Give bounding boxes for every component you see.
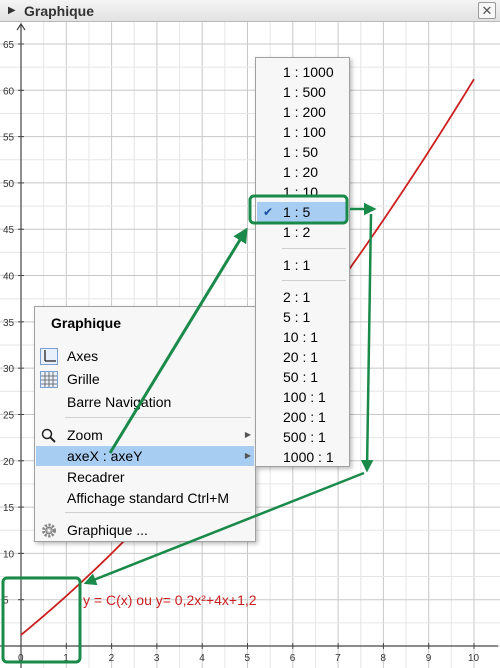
ratio-option-label: 1 : 1 (283, 257, 311, 273)
ratio-option-label: 500 : 1 (283, 429, 326, 445)
ratio-option[interactable]: 20 : 1 (257, 347, 348, 367)
y-tick-label: 15 (3, 503, 15, 514)
menu-item-graph-settings[interactable]: Graphique ... (36, 520, 254, 540)
ratio-option[interactable]: 5 : 1 (257, 307, 348, 327)
menu-item-standard-view[interactable]: Affichage standard Ctrl+M (36, 488, 254, 508)
ratio-option-label: 200 : 1 (283, 409, 326, 425)
menu-item-label: Grille (67, 371, 100, 387)
grid-icon (40, 371, 58, 388)
ratio-option[interactable]: 1000 : 1 (257, 447, 348, 467)
ratio-option[interactable]: 2 : 1 (257, 287, 348, 307)
y-tick-label: 25 (3, 410, 15, 421)
submenu-arrow-icon: ▶ (244, 451, 251, 460)
ratio-option[interactable]: 200 : 1 (257, 407, 348, 427)
ratio-option[interactable]: 50 : 1 (257, 367, 348, 387)
window-title: Graphique (24, 3, 95, 19)
gear-icon (40, 522, 58, 539)
context-menu: Graphique Axes Grille Barre Navigation Z… (34, 306, 256, 542)
magnifier-icon (40, 427, 58, 444)
x-tick-label: 2 (109, 653, 115, 664)
ratio-option[interactable]: 1 : 20 (257, 162, 348, 182)
checkmark-icon: ✔ (263, 205, 274, 219)
menu-item-navigation-bar[interactable]: Barre Navigation (36, 392, 254, 412)
ratio-option-label: 5 : 1 (283, 309, 311, 325)
x-tick-label: 5 (245, 653, 251, 664)
x-tick-label: 6 (290, 653, 296, 664)
ratio-option[interactable]: 10 : 1 (257, 327, 348, 347)
ratio-option[interactable]: 100 : 1 (257, 387, 348, 407)
submenu-separator (282, 248, 346, 249)
ratio-option[interactable]: 1 : 1 (257, 255, 348, 275)
y-tick-label: 60 (3, 86, 15, 97)
x-tick-label: 7 (335, 653, 341, 664)
menu-separator (65, 512, 251, 513)
ratio-option-label: 1 : 2 (283, 224, 311, 240)
y-tick-label: 50 (3, 179, 15, 190)
ratio-option[interactable]: 1 : 200 (257, 102, 348, 122)
menu-item-label: Graphique ... (67, 522, 148, 538)
y-tick-label: 30 (3, 364, 15, 375)
menu-item-label: Recadrer (67, 469, 125, 485)
ratio-option[interactable]: 1 : 500 (257, 82, 348, 102)
ratio-option-label: 100 : 1 (283, 389, 326, 405)
ratio-option-label: 50 : 1 (283, 369, 319, 385)
menu-item-grid[interactable]: Grille (36, 369, 254, 389)
ratio-option-label: 1 : 20 (283, 164, 319, 180)
x-tick-label: 8 (380, 653, 386, 664)
submenu-separator (282, 280, 346, 281)
y-tick-label: 65 (3, 40, 15, 51)
ratio-option-label: 2 : 1 (283, 289, 311, 305)
menu-item-label: Affichage standard Ctrl+M (67, 490, 229, 506)
x-tick-label: 10 (468, 653, 480, 664)
ratio-option[interactable]: 1 : 10 (257, 182, 348, 202)
close-button[interactable]: ✕ (478, 2, 496, 19)
y-tick-label: 45 (3, 225, 15, 236)
ratio-option[interactable]: 1 : 2 (257, 222, 348, 242)
ratio-option-label: 1000 : 1 (283, 449, 334, 465)
y-tick-label: 20 (3, 457, 15, 468)
y-tick-label: 35 (3, 318, 15, 329)
ratio-option[interactable]: 500 : 1 (257, 427, 348, 447)
ratio-option[interactable]: 1 : 1000 (257, 62, 348, 82)
context-menu-title: Graphique (51, 315, 122, 331)
menu-item-label: Axes (67, 348, 99, 364)
ratio-option-label: 1 : 500 (283, 84, 326, 100)
menu-item-label: axeX : axeY (67, 448, 143, 464)
ratio-option-label: 1 : 10 (283, 184, 319, 200)
title-bar: ▶ Graphique ✕ (0, 0, 500, 22)
submenu-arrow-icon: ▶ (244, 430, 251, 439)
ratio-option[interactable]: ✔ 1 : 5 (257, 202, 348, 222)
menu-item-axis-ratio[interactable]: axeX : axeY ▶ (36, 446, 254, 466)
x-tick-label: 3 (154, 653, 160, 664)
y-tick-label: 40 (3, 272, 15, 283)
ratio-option-label: 1 : 200 (283, 104, 326, 120)
axes-icon (40, 348, 58, 365)
menu-item-label: Zoom (67, 427, 103, 443)
ratio-option-label: 1 : 5 (283, 204, 311, 220)
ratio-option-label: 1 : 50 (283, 144, 319, 160)
ratio-option-label: 1 : 1000 (283, 64, 334, 80)
app-window: ▶ Graphique ✕ 0 1 2 3 4 5 6 7 8 9 10 5 10 15 20 25 30 35 4… (0, 0, 500, 668)
x-tick-label: 1 (63, 653, 69, 664)
y-tick-label: 10 (3, 549, 15, 560)
x-tick-label: 4 (199, 653, 205, 664)
ratio-option-label: 20 : 1 (283, 349, 319, 365)
y-tick-label: 55 (3, 133, 15, 144)
ratio-option-label: 10 : 1 (283, 329, 319, 345)
ratio-option[interactable]: 1 : 50 (257, 142, 348, 162)
axis-ratio-submenu: 1 : 1000 1 : 500 1 : 200 1 : 100 1 : 50 1 : 2… (255, 57, 350, 467)
menu-item-zoom[interactable]: Zoom ▶ (36, 425, 254, 445)
menu-item-axes[interactable]: Axes (36, 346, 254, 366)
menu-separator (65, 417, 251, 418)
y-tick-label: 5 (3, 596, 9, 607)
curve-label: y = C(x) ou y= 0,2x²+4x+1,2 (83, 592, 257, 608)
menu-item-label: Barre Navigation (67, 394, 172, 410)
collapse-toggle-icon[interactable]: ▶ (8, 5, 16, 16)
ratio-option[interactable]: 1 : 100 (257, 122, 348, 142)
ratio-option-label: 1 : 100 (283, 124, 326, 140)
x-tick-label: 0 (18, 653, 24, 664)
x-tick-label: 9 (426, 653, 432, 664)
menu-item-reframe[interactable]: Recadrer (36, 467, 254, 487)
